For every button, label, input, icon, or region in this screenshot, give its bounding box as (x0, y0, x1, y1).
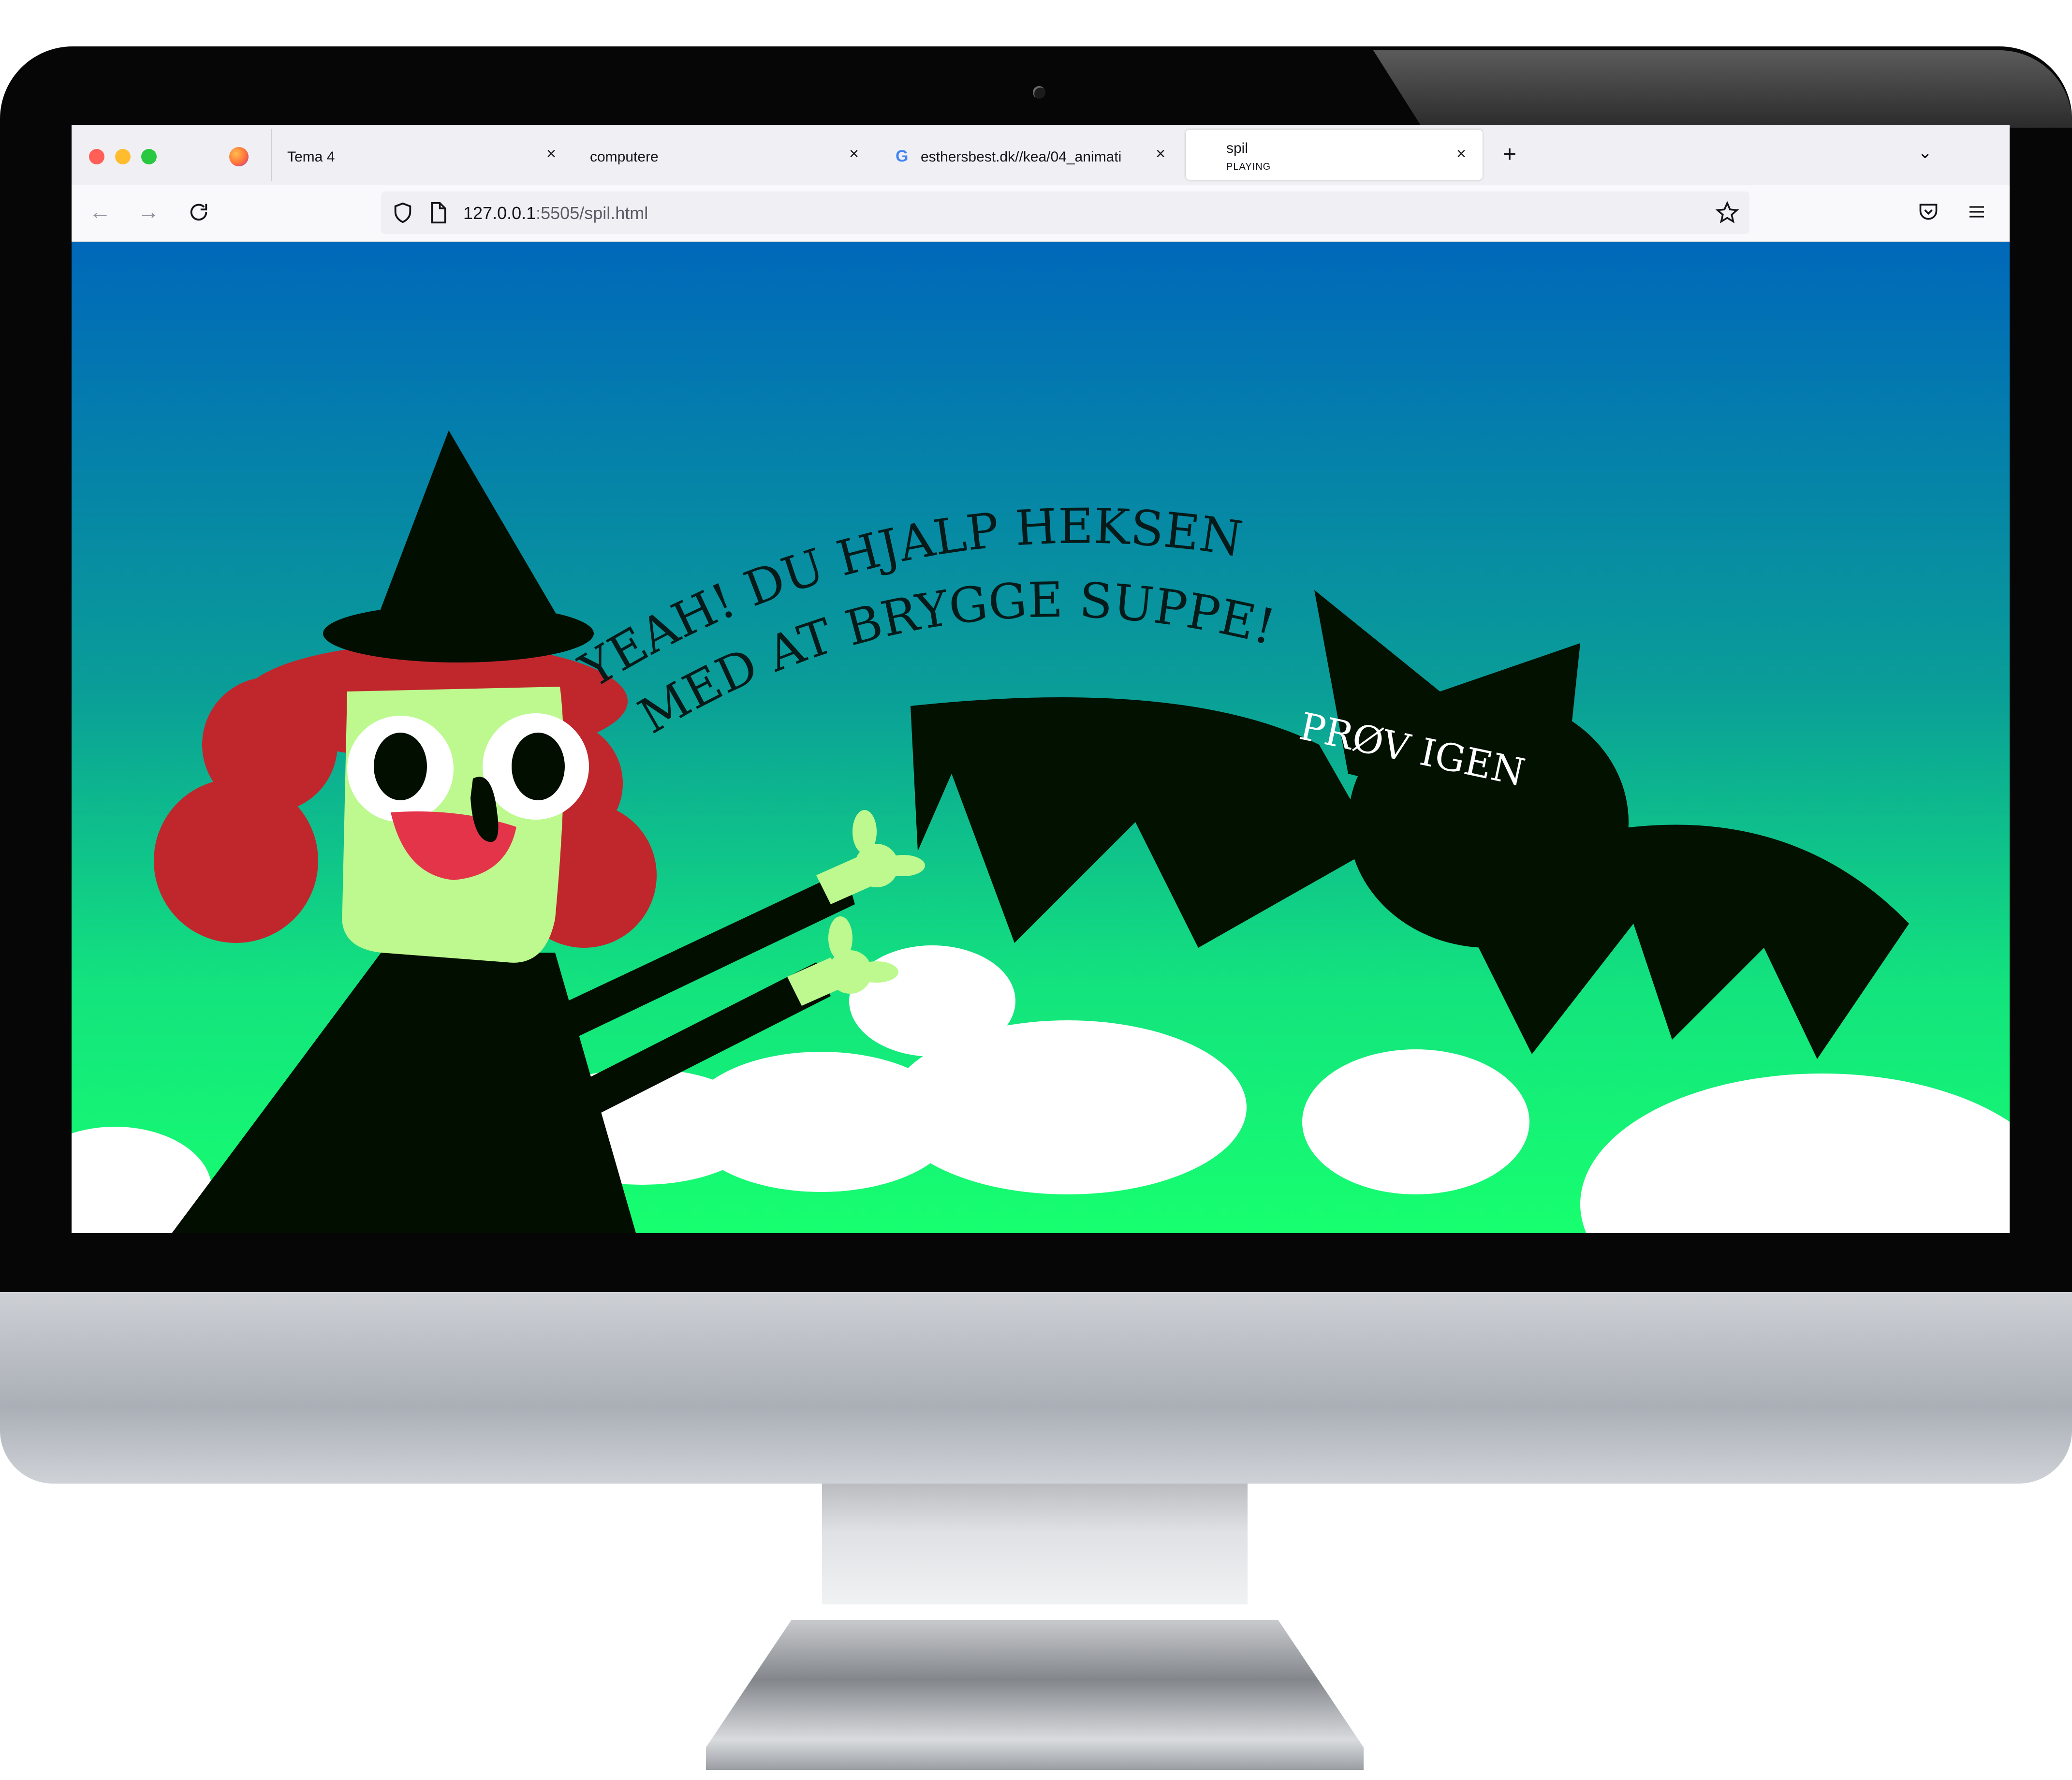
pocket-icon[interactable] (1918, 201, 1939, 222)
tab-spil[interactable]: spil PLAYING × (1186, 130, 1483, 180)
back-button[interactable]: ← (89, 199, 111, 223)
tab-computere[interactable]: computere × (573, 130, 873, 180)
menu-icon[interactable] (1967, 202, 1986, 221)
close-tab-icon[interactable]: × (542, 144, 561, 163)
monitor-stand-neck (822, 1484, 1248, 1604)
bat (911, 590, 1909, 1059)
close-tab-icon[interactable]: × (844, 144, 864, 163)
google-icon: G (896, 147, 909, 165)
close-tab-icon[interactable]: × (1151, 144, 1170, 163)
url-host: 127.0.0.1 (463, 203, 536, 223)
close-window-button[interactable] (89, 149, 104, 164)
camera-icon (1033, 86, 1045, 99)
list-all-tabs-button[interactable]: ⌄ (1918, 142, 1932, 162)
firefox-icon (229, 147, 249, 166)
monitor-stand-base (706, 1620, 1364, 1770)
reload-icon[interactable] (188, 201, 210, 223)
url-path: :5505/spil.html (536, 203, 648, 223)
tab-label: Tema 4 (287, 149, 335, 165)
tab-bar: Tema 4 × computere × G esthersbest.dk//k… (72, 125, 2010, 185)
tab-label: computere (590, 149, 659, 165)
browser-window: Tema 4 × computere × G esthersbest.dk//k… (72, 125, 2010, 1233)
zoom-window-button[interactable] (141, 149, 157, 164)
tab-label: spil (1226, 140, 1249, 156)
forward-button[interactable]: → (137, 199, 160, 223)
close-tab-icon[interactable]: × (1452, 144, 1471, 163)
page-icon (431, 202, 446, 223)
shield-icon[interactable] (392, 201, 414, 224)
new-tab-button[interactable]: + (1503, 140, 1516, 169)
url-text[interactable]: 127.0.0.1:5505/spil.html (463, 203, 648, 223)
tab-label: esthersbest.dk//kea/04_animati (921, 149, 1122, 165)
game-scene: YEAH! DU HJALP HEKSEN MED AT BRYGGE SUPP… (72, 242, 2010, 1233)
tab-tema-4[interactable]: Tema 4 × (271, 130, 571, 180)
address-bar[interactable]: 127.0.0.1:5505/spil.html (381, 191, 1749, 234)
bezel-glare (1373, 50, 2072, 128)
monitor-chin (0, 1292, 2072, 1484)
tab-playing-status: PLAYING (1226, 162, 1271, 172)
minimize-window-button[interactable] (115, 149, 131, 164)
navigation-bar: ← → 127.0.0.1:5505/spil.html (72, 185, 2010, 242)
tab-esthersbest[interactable]: G esthersbest.dk//kea/04_animati × (894, 130, 1184, 180)
scene-art: YEAH! DU HJALP HEKSEN MED AT BRYGGE SUPP… (72, 430, 2010, 1233)
bookmark-star-icon[interactable] (1716, 201, 1739, 224)
